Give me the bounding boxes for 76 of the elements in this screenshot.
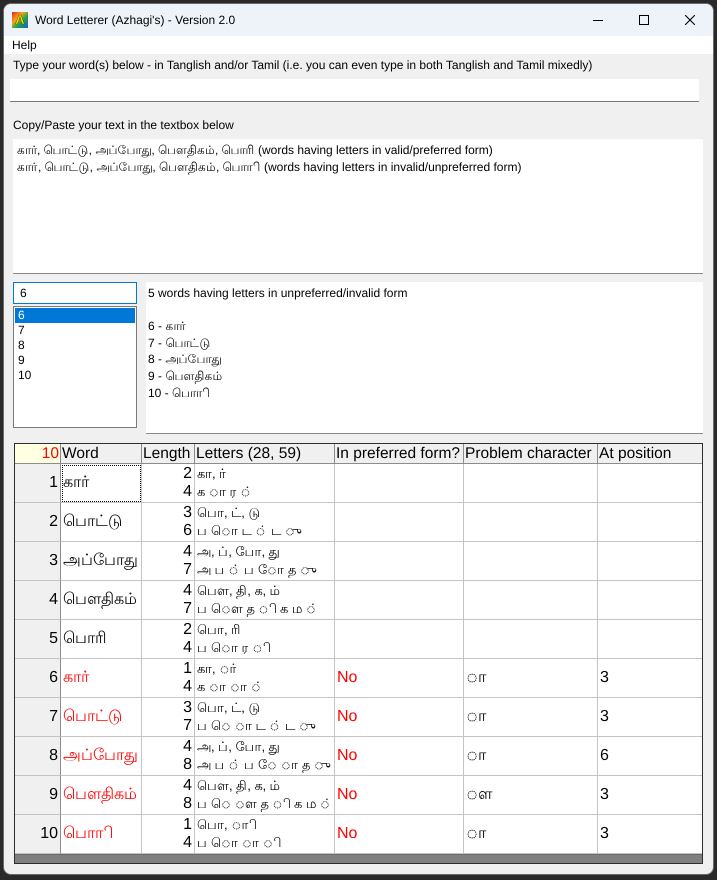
row-number-cell: 6	[15, 659, 61, 698]
problem-character-cell: ா	[464, 737, 598, 776]
column-header: At position	[598, 444, 702, 464]
list-item[interactable]: 7	[15, 323, 135, 338]
length-cell: 2 4	[142, 620, 195, 659]
row-number-cell: 1	[15, 464, 61, 503]
word-input-field[interactable]	[10, 79, 699, 102]
word-cell: பொட்டு	[61, 503, 142, 542]
length-cell: 1 4	[142, 659, 195, 698]
row-number-cell: 10	[15, 815, 61, 854]
position-cell: 3	[598, 698, 702, 737]
column-header: Problem character	[464, 444, 598, 464]
letters-cell: பௌ, தி, க, ம் ப ௌ த ி க ம ்	[195, 581, 335, 620]
result-entry: 7 - பொட்டு	[148, 334, 210, 352]
window-title: Word Letterer (Azhagi's) - Version 2.0	[35, 13, 236, 27]
input-label: Type your word(s) below - in Tanglish and/or Tamil (i.e. you can even type in both Tanglish and Tamil mixedly)	[12, 58, 594, 72]
preferred-form-cell: No	[335, 659, 464, 698]
length-cell: 4 8	[142, 776, 195, 815]
row-number-cell: 9	[15, 776, 61, 815]
problem-character-cell: ௗ	[464, 776, 598, 815]
result-entry: 10 - பொாி	[148, 384, 210, 402]
word-cell: பௌதிகம்	[61, 581, 142, 620]
position-cell: 3	[598, 659, 702, 698]
row-number-cell: 2	[15, 503, 61, 542]
row-number-cell: 5	[15, 620, 61, 659]
preferred-form-cell: No	[335, 737, 464, 776]
column-header: Word	[61, 444, 142, 464]
letters-cell: பொ, ரி ப ொ ர ி	[195, 620, 335, 659]
word-cell: கார்	[61, 464, 142, 503]
list-item[interactable]: 10	[15, 368, 135, 383]
row-number-cell: 8	[15, 737, 61, 776]
number-combo-field[interactable]: 6	[13, 282, 137, 304]
letters-cell: அ, ப், போ, து அ ப ் ப ோ த ு	[195, 542, 335, 581]
preferred-form-cell: No	[335, 698, 464, 737]
problem-character-cell: ா	[464, 698, 598, 737]
letters-cell: பௌ, தி, க, ம் ப ெ ௗ த ி க ம ்	[195, 776, 335, 815]
position-cell: 6	[598, 737, 702, 776]
results-summary: 5 words having letters in unpreferred/invalid form	[148, 285, 408, 302]
letters-cell: அ, ப், போ, து அ ப ் ப ே ா த ு	[195, 737, 335, 776]
maximize-icon	[639, 15, 649, 25]
word-cell: பொட்டு	[61, 698, 142, 737]
result-entry: 6 - காா்	[148, 318, 186, 335]
problem-character-cell: ா	[464, 659, 598, 698]
length-cell: 2 4	[142, 464, 195, 503]
preferred-form-cell: No	[335, 776, 464, 815]
length-cell: 4 8	[142, 737, 195, 776]
row-number-cell: 3	[15, 542, 61, 581]
close-icon	[685, 15, 695, 25]
length-cell: 4 7	[142, 542, 195, 581]
word-cell: அப்போது	[61, 737, 142, 776]
list-item[interactable]: 9	[15, 353, 135, 368]
list-item[interactable]: 8	[15, 338, 135, 353]
word-cell: பொரி	[61, 620, 142, 659]
word-cell: அப்போது	[61, 542, 142, 581]
position-cell: 3	[598, 776, 702, 815]
letters-cell: பொ, ட், டு ப ெ ா ட ் ட ு	[195, 698, 335, 737]
length-cell: 3 6	[142, 503, 195, 542]
paste-text-field[interactable]: கார், பொட்டு, அப்போது, பௌதிகம், பொரி (words having letters in valid/preferred form) காா், பொட்டு, அப்போது, பௌதிகம், பொாி (words having letters in invalid/unpreferred form)	[13, 139, 703, 274]
column-header: Letters (28, 59)	[195, 444, 335, 464]
menu-item[interactable]: Help	[4, 38, 37, 52]
result-entry: 9 - பௌதிகம்	[148, 368, 222, 385]
letters-cell: பொ, ட், டு ப ொ ட ் ட ு	[195, 503, 335, 542]
row-count-cell: 10	[15, 444, 61, 464]
length-cell: 3 7	[142, 698, 195, 737]
letters-cell: கா, ா் க ா ா ்	[195, 659, 335, 698]
word-cell: பௌதிகம்	[61, 776, 142, 815]
letters-cell: கா, ர் க ா ர ்	[195, 464, 335, 503]
column-header: In preferred form?	[335, 444, 464, 464]
list-item[interactable]: 6	[15, 308, 135, 323]
length-cell: 4 7	[142, 581, 195, 620]
result-entry: 8 - அப்போது	[148, 351, 222, 368]
word-cell: காா்	[61, 659, 142, 698]
column-header: Length	[142, 444, 195, 464]
row-number-cell: 4	[15, 581, 61, 620]
textbox-label: Copy/Paste your text in the textbox below	[13, 118, 235, 132]
row-number-cell: 7	[15, 698, 61, 737]
